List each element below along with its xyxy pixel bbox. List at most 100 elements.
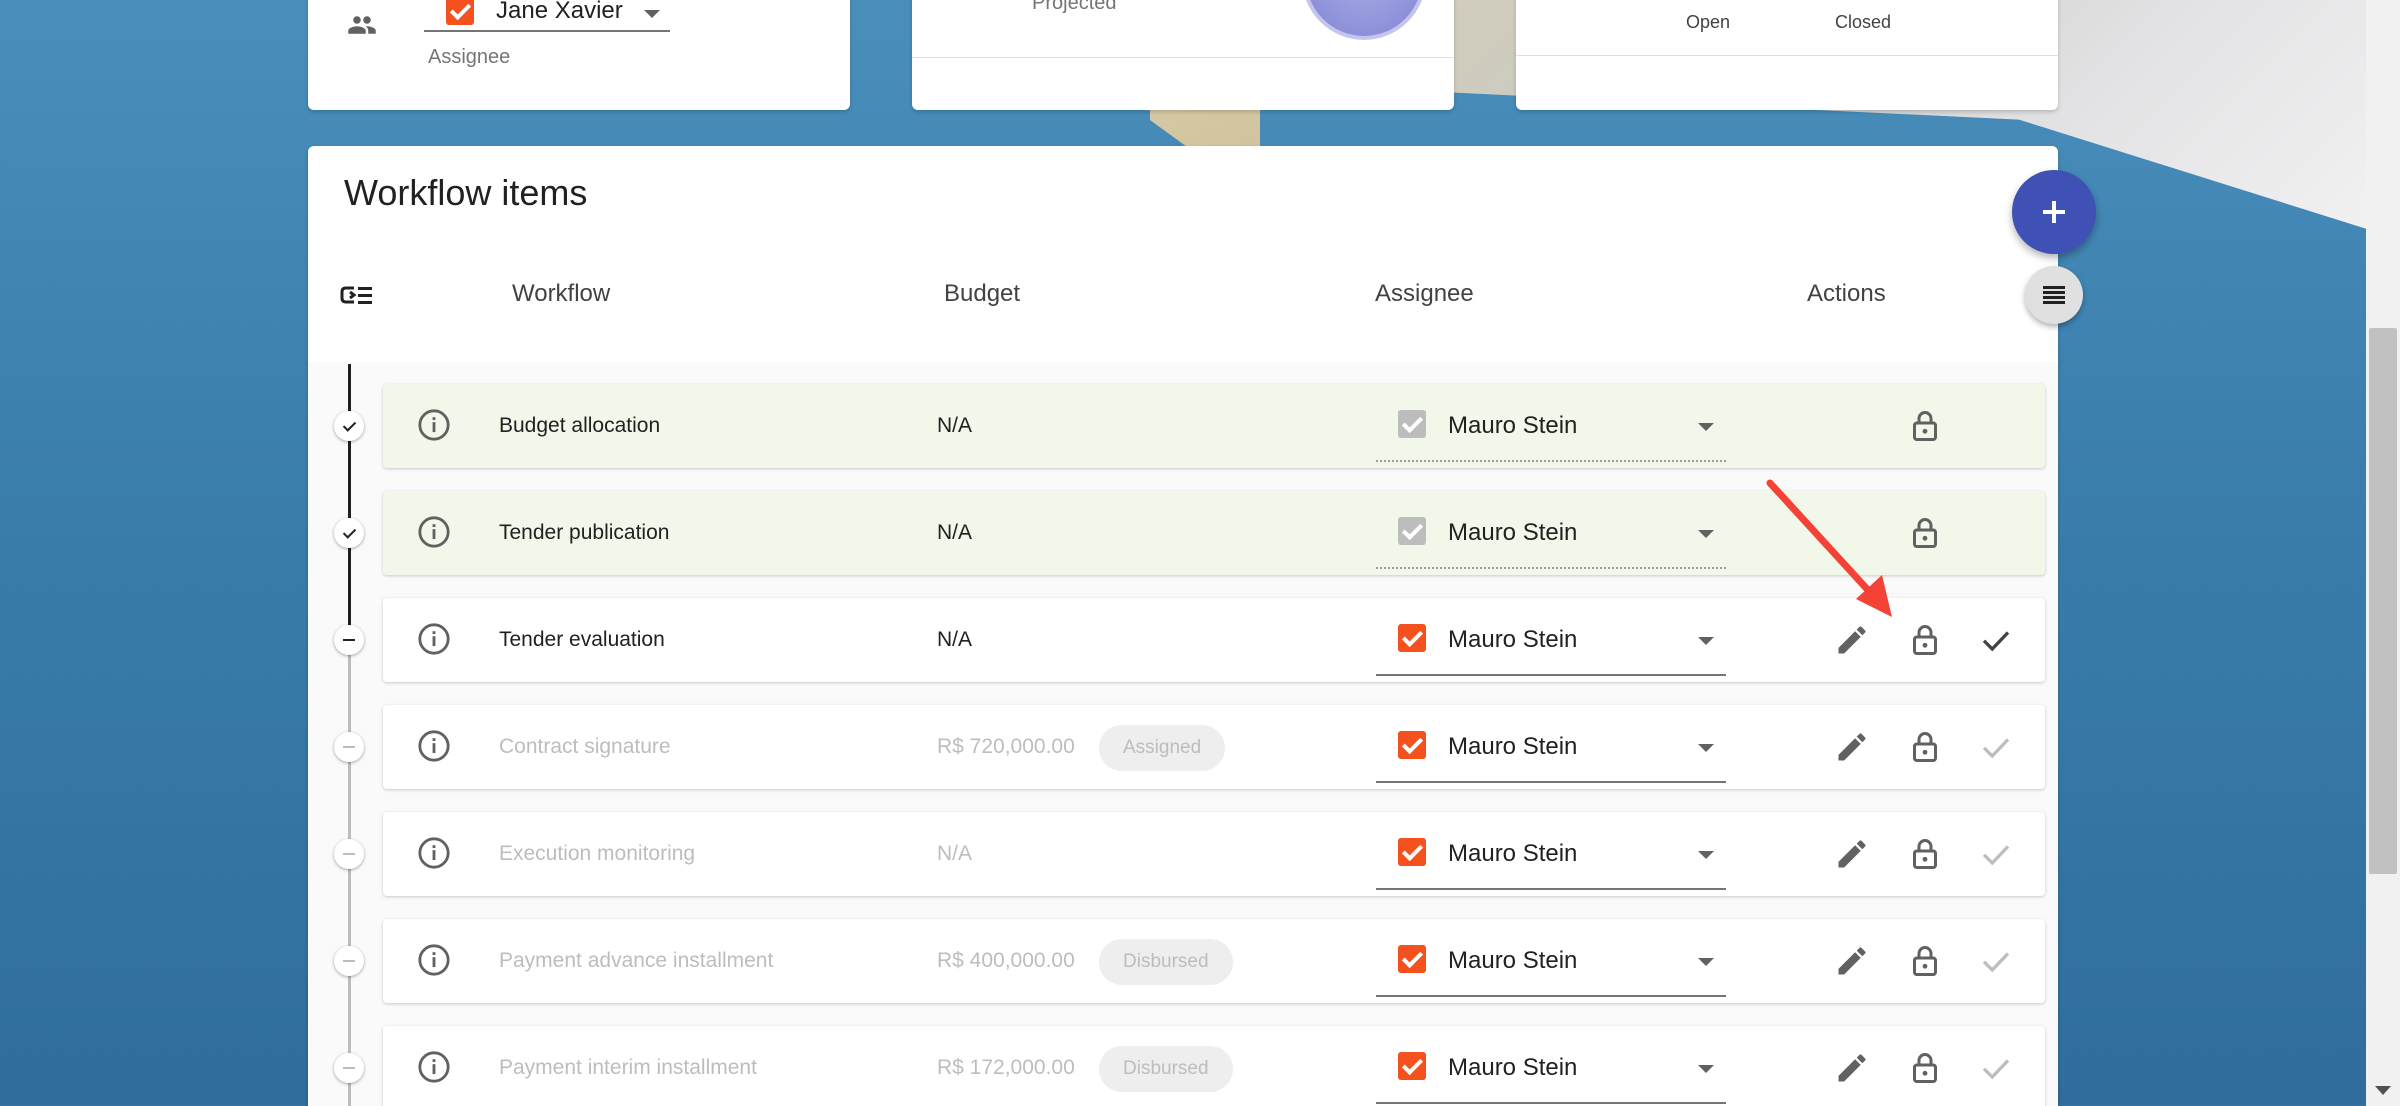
- chevron-down-icon[interactable]: [644, 10, 660, 18]
- assignee-select: Mauro Stein: [1376, 497, 1726, 569]
- workflow-name: Contract signature: [499, 735, 671, 758]
- assignee-select[interactable]: Mauro Stein: [1376, 1032, 1726, 1104]
- pencil-icon[interactable]: [1834, 836, 1870, 872]
- assignee-checkbox: [1398, 624, 1426, 652]
- timeline-node: [334, 839, 364, 869]
- check-icon: [1982, 952, 2010, 973]
- chevron-down-icon[interactable]: [1698, 958, 1714, 966]
- budget-value: N/A: [937, 521, 973, 544]
- check-icon: [1982, 738, 2010, 759]
- assignee-select: Mauro Stein: [1376, 390, 1726, 462]
- card-divider: [912, 57, 1454, 58]
- status-badge: Disbursed: [1099, 1046, 1233, 1092]
- chevron-down-icon: [1698, 423, 1714, 431]
- info-icon[interactable]: [417, 1050, 451, 1084]
- assignee-name: Mauro Stein: [1448, 412, 1578, 439]
- pencil-icon[interactable]: [1834, 622, 1870, 658]
- status-badge: Assigned: [1099, 725, 1226, 771]
- budget-value: N/A: [937, 414, 973, 437]
- lock-open-icon[interactable]: [1907, 408, 1943, 444]
- timeline-node: [334, 1053, 364, 1083]
- table-row: Budget allocation N/A Mauro Stein: [383, 384, 2045, 468]
- open-label: Open: [1686, 12, 1731, 32]
- column-header-assignee: Assignee: [1375, 280, 1474, 307]
- info-icon[interactable]: [417, 836, 451, 870]
- workflow-name: Tender publication: [499, 521, 670, 544]
- add-workflow-item-button[interactable]: [2012, 170, 2096, 254]
- assignee-name: Mauro Stein: [1448, 626, 1578, 653]
- info-icon[interactable]: [417, 729, 451, 763]
- chevron-down-icon[interactable]: [1698, 637, 1714, 645]
- budget-summary-card: Projected: [912, 0, 1454, 110]
- info-icon[interactable]: [417, 622, 451, 656]
- scroll-down-arrow-icon[interactable]: [2375, 1086, 2391, 1095]
- column-header-actions: Actions: [1807, 280, 1886, 307]
- assignee-checkbox: [1398, 945, 1426, 973]
- check-icon: [1982, 1059, 2010, 1080]
- subproject-details-button[interactable]: [2025, 266, 2083, 324]
- assignee-name: Mauro Stein: [1448, 733, 1578, 760]
- lock-open-icon[interactable]: [1907, 1050, 1943, 1086]
- table-row: Tender publication N/A Mauro Stein: [383, 491, 2045, 575]
- assignee-checkbox: [1398, 731, 1426, 759]
- assignee-name: Mauro Stein: [1448, 519, 1578, 546]
- assignee-checkbox: [1398, 838, 1426, 866]
- table-row: Execution monitoring N/A Mauro Stein: [383, 812, 2045, 896]
- budget-value: N/A: [937, 842, 973, 865]
- info-icon[interactable]: [417, 408, 451, 442]
- lock-open-icon[interactable]: [1907, 943, 1943, 979]
- assignee-checkbox: [1398, 517, 1426, 545]
- assignee-checkbox[interactable]: [446, 0, 474, 25]
- column-header-workflow: Workflow: [512, 280, 611, 307]
- workflow-name: Tender evaluation: [499, 628, 665, 651]
- list-icon: [2043, 286, 2065, 304]
- closed-label: Closed: [1835, 12, 1892, 32]
- assignee-name: Mauro Stein: [1448, 947, 1578, 974]
- assignee-select[interactable]: Jane Xavier: [424, 0, 670, 32]
- scrollbar-thumb[interactable]: [2369, 328, 2397, 874]
- timeline-node: [334, 518, 364, 548]
- chevron-down-icon[interactable]: [1698, 1065, 1714, 1073]
- workflow-name: Payment advance installment: [499, 949, 774, 972]
- timeline-node: [334, 411, 364, 441]
- lock-open-icon[interactable]: [1907, 622, 1943, 658]
- workflow-name: Execution monitoring: [499, 842, 696, 865]
- sort-list-icon[interactable]: [338, 276, 378, 316]
- chevron-down-icon: [1698, 530, 1714, 538]
- assignee-select[interactable]: Mauro Stein: [1376, 604, 1726, 676]
- assignee-select[interactable]: Mauro Stein: [1376, 818, 1726, 890]
- table-row: Payment advance installment R$ 400,000.0…: [383, 919, 2045, 1003]
- timeline-node: [334, 946, 364, 976]
- assignee-checkbox: [1398, 1052, 1426, 1080]
- card-divider: [1516, 55, 2058, 56]
- info-icon[interactable]: [417, 943, 451, 977]
- budget-pie-chart: [1302, 0, 1426, 40]
- budget-value: R$ 172,000.00: [937, 1056, 1075, 1079]
- assignee-select[interactable]: Mauro Stein: [1376, 711, 1726, 783]
- workflow-name: Budget allocation: [499, 414, 661, 437]
- chevron-down-icon[interactable]: [1698, 851, 1714, 859]
- table-row: Payment interim installment R$ 172,000.0…: [383, 1026, 2045, 1106]
- pencil-icon[interactable]: [1834, 1050, 1870, 1086]
- table-row: Contract signature R$ 720,000.00 Assigne…: [383, 705, 2045, 789]
- chevron-down-icon[interactable]: [1698, 744, 1714, 752]
- table-row: Tender evaluation N/A Mauro Stein: [383, 598, 2045, 682]
- timeline-node: [334, 625, 364, 655]
- check-icon: [1982, 845, 2010, 866]
- lock-open-icon[interactable]: [1907, 515, 1943, 551]
- timeline-node: [334, 732, 364, 762]
- budget-value: N/A: [937, 628, 973, 651]
- plus-icon: [2043, 201, 2065, 223]
- assignee-select[interactable]: Mauro Stein: [1376, 925, 1726, 997]
- pencil-icon[interactable]: [1834, 943, 1870, 979]
- lock-open-icon[interactable]: [1907, 836, 1943, 872]
- assignee-name: Mauro Stein: [1448, 1054, 1578, 1081]
- lock-open-icon[interactable]: [1907, 729, 1943, 765]
- budget-value: R$ 400,000.00: [937, 949, 1075, 972]
- assignee-name: Mauro Stein: [1448, 840, 1578, 867]
- assignee-label: Assignee: [428, 46, 511, 68]
- pencil-icon[interactable]: [1834, 729, 1870, 765]
- check-icon[interactable]: [1978, 622, 2014, 658]
- projected-label: Projected: [1032, 0, 1117, 14]
- info-icon[interactable]: [417, 515, 451, 549]
